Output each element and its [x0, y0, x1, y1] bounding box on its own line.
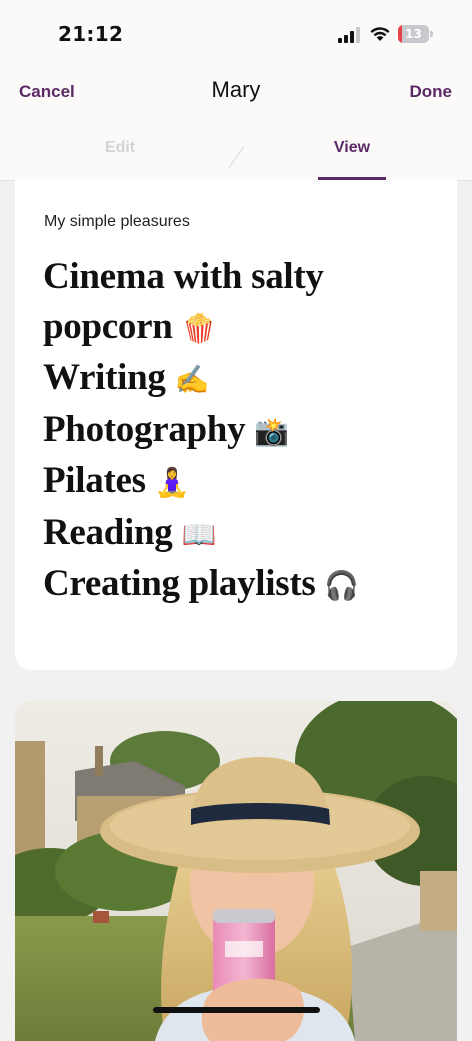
list-item-text: Writing — [43, 357, 166, 398]
battery-level: 13 — [405, 27, 422, 41]
list-item-text: Photography — [43, 408, 246, 450]
tab-view[interactable]: View — [318, 139, 386, 157]
list-item: Creating playlists 🎧 — [43, 559, 453, 611]
pleasures-card: My simple pleasures Cinema with salty po… — [15, 180, 457, 670]
open-book-icon: 📖 — [181, 517, 217, 551]
photo-woman-straw-hat — [15, 701, 457, 1041]
tab-edit[interactable]: Edit — [70, 139, 170, 157]
camera-flash-icon: 📸 — [254, 414, 289, 448]
signal-icon — [338, 27, 360, 43]
battery-icon: 13 — [398, 25, 434, 43]
status-time: 21:12 — [58, 22, 124, 46]
nav-bar: Cancel Mary Done Edit View — [0, 64, 472, 181]
home-indicator[interactable] — [153, 1007, 320, 1013]
popcorn-icon: 🍿 — [181, 311, 217, 345]
lotus-position-icon: 🧘‍♀️ — [154, 466, 190, 499]
tab-divider — [228, 146, 245, 168]
done-button[interactable]: Done — [410, 82, 453, 102]
status-bar: 21:12 13 — [0, 0, 472, 64]
page-title: Mary — [211, 77, 261, 102]
list-item-text: Creating playlists — [43, 563, 316, 604]
writing-hand-icon: ✍️ — [174, 363, 210, 396]
list-item: Photography 📸 — [43, 405, 453, 457]
headphones-icon: 🎧 — [324, 569, 359, 602]
list-item: Pilates 🧘‍♀️ — [43, 456, 453, 508]
wifi-icon — [370, 27, 390, 41]
photo-card[interactable] — [15, 701, 457, 1041]
card-label: My simple pleasures — [44, 213, 190, 230]
list-item: Writing ✍️ — [43, 353, 453, 405]
list-item-text: Pilates — [43, 460, 146, 501]
list-item: Reading 📖 — [43, 508, 453, 560]
pleasures-list: Cinema with salty popcorn 🍿 Writing ✍️ P… — [43, 252, 453, 611]
list-item: Cinema with salty popcorn 🍿 — [43, 252, 453, 353]
list-item-text: Reading — [43, 511, 173, 553]
